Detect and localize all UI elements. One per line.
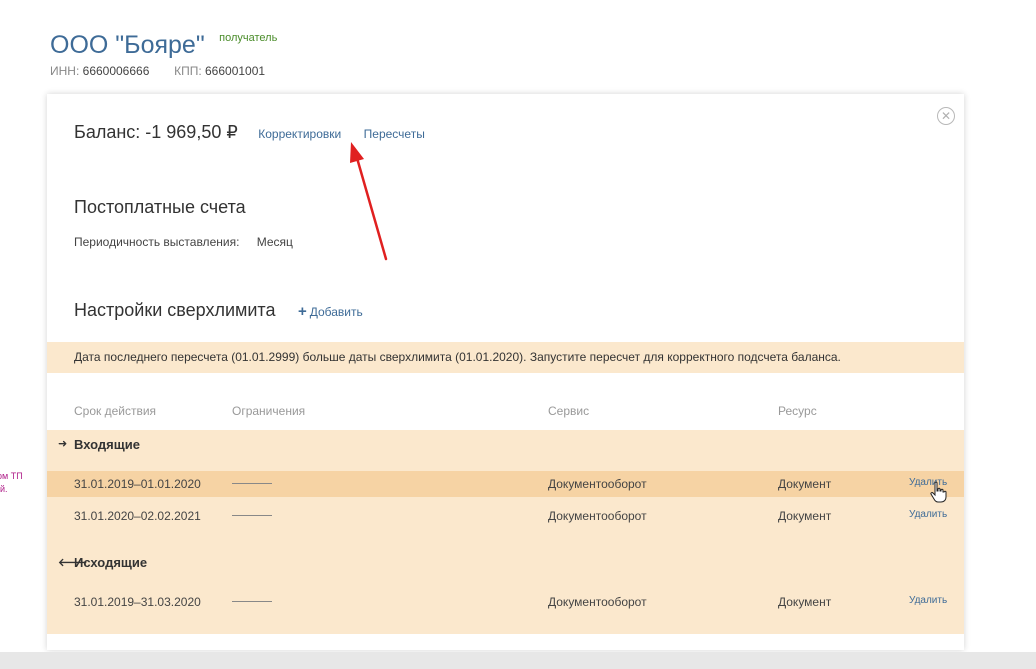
group-outgoing: 🡐 Исходящие (47, 548, 964, 576)
billing-period-row: Периодичность выставления: Месяц (74, 235, 293, 249)
row-period: 31.01.2020–02.02.2021 (74, 509, 201, 523)
plus-icon: + (297, 303, 307, 320)
hand-cursor-icon (930, 481, 947, 503)
arrow-right-icon: ➜ (58, 438, 68, 450)
billing-period-label: Периодичность выставления: (74, 235, 240, 249)
row-period: 31.01.2019–01.01.2020 (74, 477, 201, 491)
add-overlimit-button[interactable]: + Добавить (298, 303, 363, 320)
overlimit-title: Настройки сверхлимита (74, 300, 276, 320)
overlimit-table: ➜ Входящие 31.01.2019–01.01.2020 Докумен… (47, 430, 964, 634)
side-note-line-1: арм ТП (0, 471, 23, 481)
row-resource: Документ (778, 509, 832, 523)
row-service: Документооборот (548, 509, 647, 523)
side-note-line-2: й. (0, 484, 8, 494)
row-resource: Документ (778, 477, 832, 491)
overlimit-title-row: Настройки сверхлимита + Добавить (74, 300, 363, 321)
row-limit-dash (232, 509, 272, 523)
row-limit-dash (232, 595, 272, 609)
header-limit: Ограничения (232, 404, 306, 418)
row-limit-dash (232, 477, 272, 491)
table-row: 31.01.2019–31.03.2020 Документооборот До… (47, 589, 964, 615)
header-service: Сервис (548, 404, 590, 418)
group-incoming: ➜ Входящие (47, 430, 964, 458)
side-note: арм ТП й. (0, 470, 32, 496)
recalculations-link[interactable]: Пересчеты (364, 127, 425, 141)
table-row: 31.01.2020–02.02.2021 Документооборот До… (47, 503, 964, 529)
corrections-link[interactable]: Корректировки (258, 127, 341, 141)
company-header: ООО "Бояре" получатель ИНН: 6660006666 К… (50, 30, 277, 78)
row-resource: Документ (778, 595, 832, 609)
delete-button[interactable]: Удалить (909, 595, 947, 606)
delete-button[interactable]: Удалить (909, 509, 947, 520)
billing-period-value: Месяц (256, 235, 293, 249)
inn-value: 6660006666 (82, 64, 150, 78)
table-row: 31.01.2019–01.01.2020 Документооборот До… (47, 471, 964, 503)
close-icon[interactable]: ✕ (937, 107, 955, 125)
balance-value: Баланс: -1 969,50 ₽ (74, 122, 238, 142)
row-period: 31.01.2019–31.03.2020 (74, 595, 201, 609)
company-ids: ИНН: 6660006666 КПП: 666001001 (50, 64, 277, 78)
balance-panel: ✕ Баланс: -1 969,50 ₽ Корректировки Пере… (47, 94, 964, 650)
group-label: Входящие (74, 437, 140, 452)
company-title: ООО "Бояре" (50, 31, 205, 59)
kpp-label: КПП: (174, 64, 202, 78)
inn-label: ИНН: (50, 64, 80, 78)
header-resource: Ресурс (778, 404, 817, 418)
bottom-bar (0, 652, 1036, 669)
header-period: Срок действия (74, 404, 157, 418)
recalc-warning-banner: Дата последнего пересчета (01.01.2999) б… (47, 342, 964, 373)
row-service: Документооборот (548, 595, 647, 609)
kpp-value: 666001001 (205, 64, 266, 78)
row-service: Документооборот (548, 477, 647, 491)
balance-row: Баланс: -1 969,50 ₽ Корректировки Пересч… (74, 122, 425, 143)
postpaid-title: Постоплатные счета (74, 197, 246, 217)
group-label: Исходящие (74, 555, 148, 570)
recipient-badge: получатель (219, 32, 278, 44)
add-label: Добавить (309, 305, 363, 319)
